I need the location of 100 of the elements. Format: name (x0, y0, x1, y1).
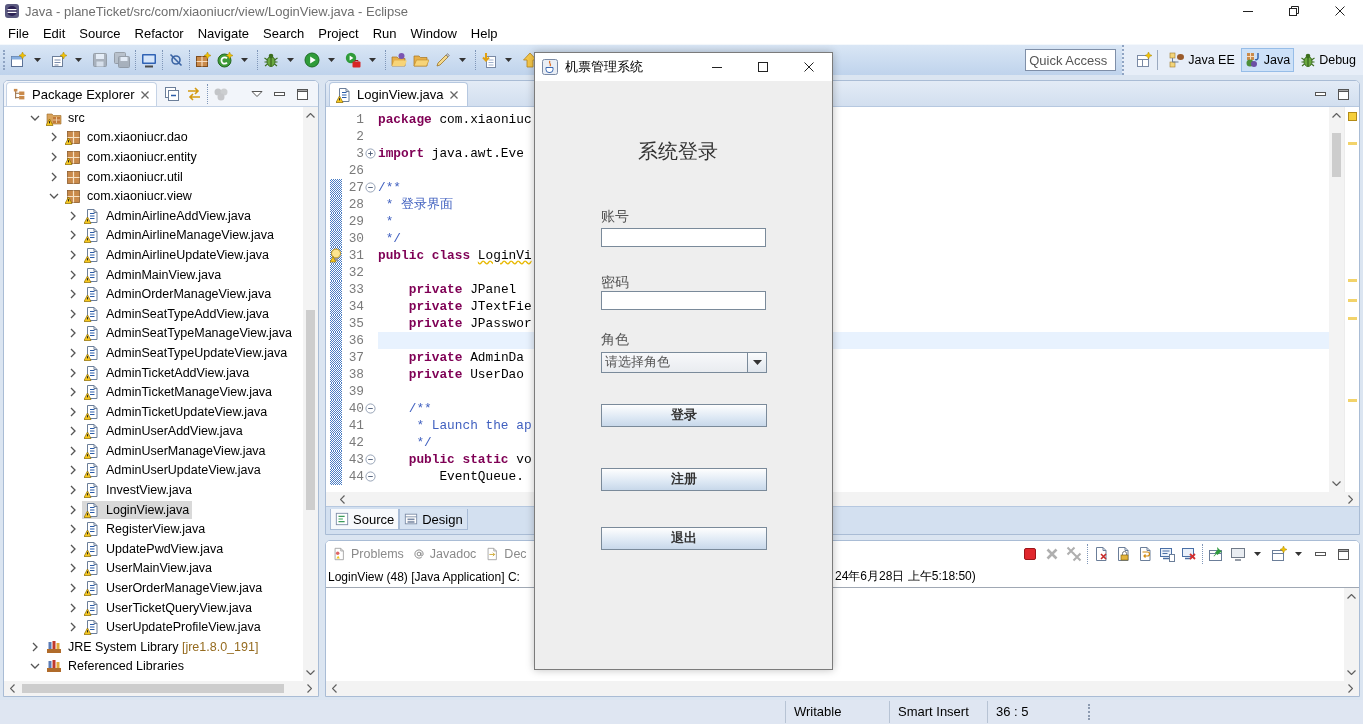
tree-item[interactable]: AdminSeatTypeAddView.java (82, 304, 273, 323)
document-down-arrow-icon[interactable] (481, 52, 497, 68)
tree-item[interactable]: LoginView.java (82, 500, 193, 519)
tree-item[interactable]: AdminTicketUpdateView.java (82, 402, 271, 421)
chevron-right-icon[interactable] (68, 347, 78, 358)
document-star-icon[interactable] (51, 52, 67, 68)
chevron-right-icon[interactable] (49, 171, 59, 182)
dropdown-caret-icon[interactable] (75, 58, 82, 62)
chevron-right-icon[interactable] (68, 387, 78, 398)
text-field[interactable] (601, 228, 766, 247)
plus-circle-icon[interactable] (364, 148, 376, 159)
chevron-right-icon[interactable] (49, 132, 59, 143)
tree-item[interactable]: com.xiaoniucr.entity (63, 148, 200, 166)
maximize-icon[interactable] (296, 87, 309, 100)
quick-access-field[interactable]: Quick Access (1025, 49, 1117, 71)
menu-item[interactable]: Search (256, 25, 312, 41)
dropdown-caret-icon[interactable] (34, 58, 41, 62)
vertical-scrollbar[interactable] (1329, 107, 1344, 492)
tree-item[interactable]: AdminUserManageView.java (82, 441, 269, 460)
tree-item[interactable]: AdminSeatTypeManageView.java (82, 324, 295, 343)
dropdown-caret-icon[interactable] (241, 58, 248, 62)
chevron-right-icon[interactable] (68, 445, 78, 456)
tree-item[interactable]: AdminUserAddView.java (82, 422, 246, 441)
password-field[interactable] (601, 291, 766, 310)
view-tab[interactable]: Dec (482, 542, 533, 565)
scroll-left-icon[interactable] (332, 684, 337, 693)
view-tab[interactable]: Package Explorer (6, 82, 157, 106)
scroll-right-icon[interactable] (1348, 494, 1353, 504)
minus-circle-icon[interactable] (364, 182, 376, 193)
chevron-right-icon[interactable] (68, 524, 78, 535)
play-toolbox-icon[interactable] (345, 52, 361, 68)
chevron-right-icon[interactable] (68, 426, 78, 437)
dropdown-caret-icon[interactable] (287, 58, 294, 62)
scroll-left-icon[interactable] (340, 494, 345, 504)
dialog-button[interactable]: 退出 (601, 527, 767, 550)
view-tab[interactable]: Problems (329, 542, 410, 565)
tree-item[interactable]: AdminAirlineUpdateView.java (82, 245, 273, 264)
perspective-button[interactable]: Java EE (1165, 48, 1239, 72)
chevron-right-icon[interactable] (68, 406, 78, 417)
tree-item[interactable]: UserOrderManageView.java (82, 579, 266, 598)
tree-item[interactable]: AdminTicketAddView.java (82, 363, 253, 382)
scroll-down-icon[interactable] (1347, 670, 1356, 675)
tree-item[interactable]: RegisterView.java (82, 520, 209, 539)
close-icon[interactable] (448, 89, 459, 100)
folder-ball-icon[interactable] (391, 52, 407, 68)
menu-item[interactable]: Run (365, 25, 404, 41)
warning-marker-icon[interactable] (1348, 279, 1357, 282)
editor-tab[interactable]: LoginView.java (329, 82, 468, 106)
scrollbar-thumb[interactable] (22, 684, 284, 693)
scroll-right-icon[interactable] (307, 684, 312, 693)
chevron-right-icon[interactable] (68, 504, 78, 515)
lightbulb-warning-icon[interactable] (330, 247, 342, 264)
tree-item[interactable]: UserUpdateProfileView.java (82, 618, 264, 637)
dropdown-caret-icon[interactable] (369, 58, 376, 62)
marker-pen-icon[interactable] (435, 52, 451, 68)
minus-circle-icon[interactable] (364, 471, 376, 482)
chevron-right-icon[interactable] (68, 602, 78, 613)
screen-icon[interactable] (1230, 545, 1246, 562)
maximize-icon[interactable] (1337, 547, 1350, 560)
screen-document-icon[interactable] (1159, 545, 1175, 562)
document-lock-icon[interactable] (1115, 545, 1131, 562)
collapse-all-icon[interactable] (164, 85, 180, 102)
maximize-icon[interactable] (1337, 87, 1350, 100)
horizontal-scrollbar[interactable] (4, 681, 318, 696)
chevron-right-icon[interactable] (68, 289, 78, 300)
tree-item[interactable]: src (44, 108, 88, 127)
dropdown-caret-icon[interactable] (1254, 551, 1261, 556)
chevron-right-icon[interactable] (68, 563, 78, 574)
dropdown-button[interactable] (747, 353, 766, 372)
tree-item[interactable]: UserMainView.java (82, 559, 216, 578)
menu-item[interactable]: Window (403, 25, 464, 41)
chevron-right-icon[interactable] (68, 465, 78, 476)
chevron-right-icon[interactable] (68, 308, 78, 319)
window-star-icon[interactable] (10, 52, 26, 68)
tree-item[interactable]: UpdatePwdView.java (82, 539, 227, 558)
menu-item[interactable]: Refactor (127, 25, 191, 41)
horizontal-scrollbar[interactable] (326, 681, 1359, 696)
minus-circle-icon[interactable] (364, 454, 376, 465)
dropdown-caret-icon[interactable] (459, 58, 466, 62)
dropdown-caret-icon[interactable] (505, 58, 512, 62)
monitor-icon[interactable] (141, 52, 157, 68)
tree-item[interactable]: com.xiaoniucr.view (63, 187, 195, 206)
scroll-left-icon[interactable] (10, 684, 15, 693)
chevron-right-icon[interactable] (68, 328, 78, 339)
tree-item[interactable]: AdminSeatTypeUpdateView.java (82, 343, 291, 362)
perspective-button[interactable]: Debug (1296, 48, 1360, 72)
menu-item[interactable]: Navigate (190, 25, 256, 41)
scroll-up-icon[interactable] (1332, 113, 1341, 118)
menu-item[interactable]: Help (463, 25, 505, 41)
minus-circle-icon[interactable] (364, 403, 376, 414)
menu-item[interactable]: Source (72, 25, 128, 41)
tree-item[interactable]: AdminUserUpdateView.java (82, 461, 264, 480)
scrollbar-thumb[interactable] (1332, 133, 1341, 177)
dropdown-caret-icon[interactable] (1295, 551, 1302, 556)
tree-item[interactable]: AdminMainView.java (82, 265, 225, 284)
screen-cross-icon[interactable] (1181, 545, 1197, 562)
chevron-right-icon[interactable] (68, 210, 78, 221)
warning-marker-icon[interactable] (1348, 299, 1357, 302)
chevron-right-icon[interactable] (68, 269, 78, 280)
tree-item[interactable]: JRE System Library [jre1.8.0_191] (44, 637, 262, 656)
